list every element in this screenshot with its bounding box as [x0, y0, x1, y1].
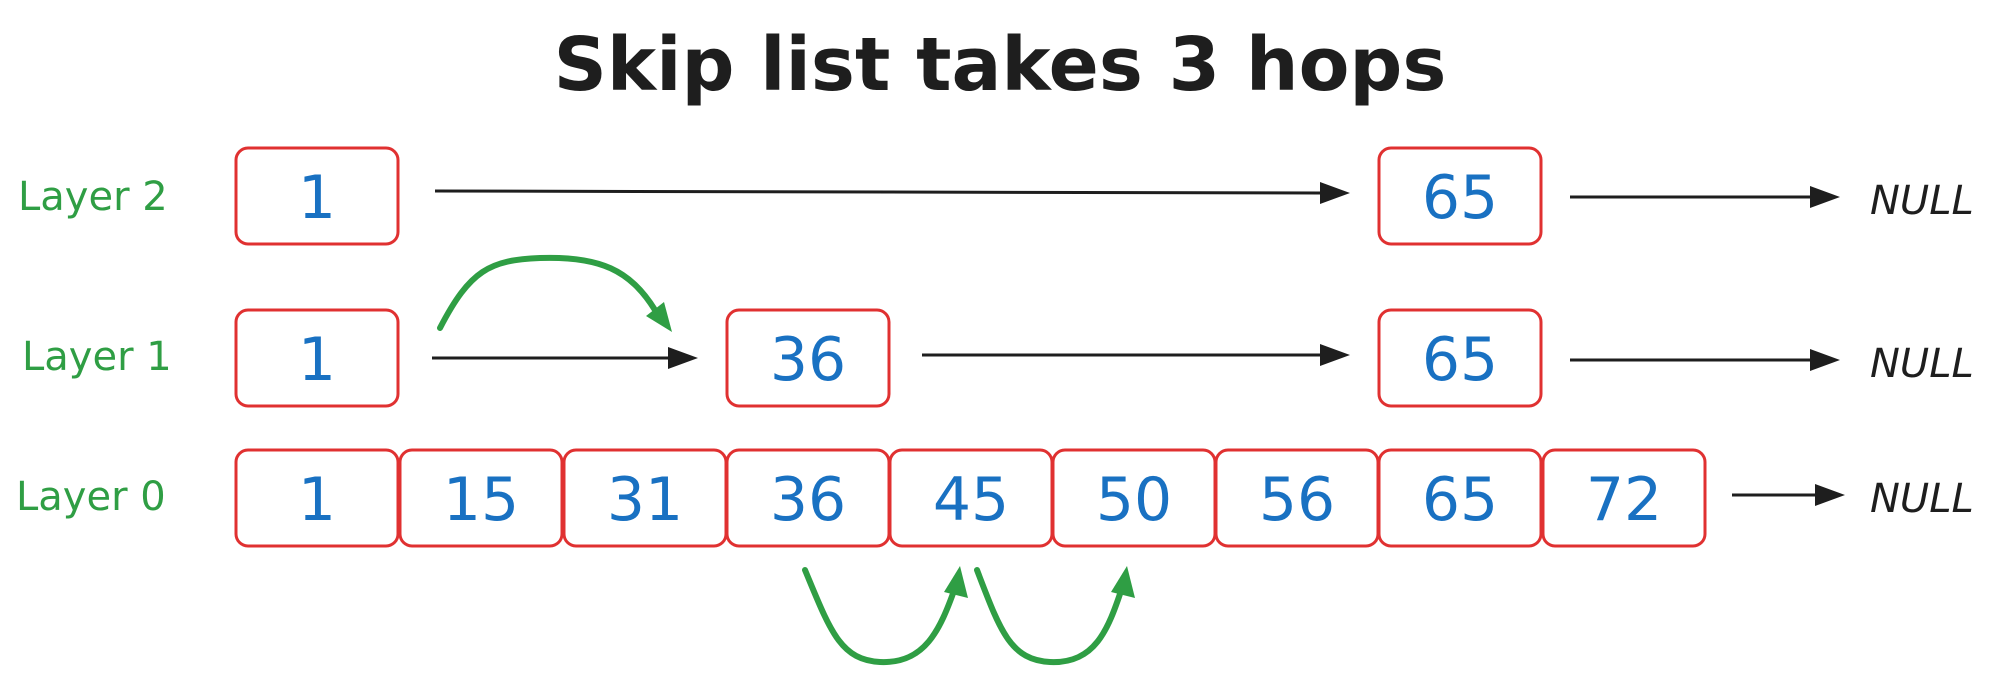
node-value: 36	[770, 325, 846, 395]
skip-list-diagram: Skip list takes 3 hops Layer 2 Layer 1 L…	[16, 22, 1974, 666]
layer-2-node: 1	[234, 146, 400, 246]
node-value: 1	[298, 465, 336, 535]
layer-1-node: 1	[234, 308, 400, 408]
hop-arrow-1-to-36	[437, 254, 672, 332]
page-title: Skip list takes 3 hops	[554, 22, 1447, 108]
node-value: 72	[1586, 465, 1662, 535]
node-value: 56	[1259, 465, 1335, 535]
pointer-arrow-l1-36-to-65	[922, 344, 1350, 366]
layer-0-node: 1	[234, 448, 400, 548]
layer-1-node: 36	[725, 308, 891, 408]
node-value: 1	[298, 163, 336, 233]
layer-0-node: 15	[398, 448, 564, 548]
node-value: 15	[443, 465, 519, 535]
node-value: 65	[1422, 465, 1498, 535]
hop-arrow-36-to-45	[802, 566, 968, 666]
layer-1-node: 65	[1377, 308, 1543, 408]
node-value: 65	[1422, 163, 1498, 233]
pointer-arrow-l0-72-to-null	[1732, 484, 1845, 506]
layer-0-node: 72	[1541, 448, 1707, 548]
hop-arrow-45-to-50	[974, 566, 1135, 666]
pointer-arrow-l2-65-to-null	[1570, 186, 1840, 208]
pointer-arrow-l2-1-to-65	[434, 182, 1350, 204]
layer-0-node: 31	[562, 448, 728, 548]
pointer-arrow-l1-1-to-36	[432, 347, 698, 369]
node-value: 65	[1422, 325, 1498, 395]
null-label-layer-1: NULL	[1870, 341, 1974, 387]
layer-label-0: Layer 0	[16, 474, 166, 520]
layer-label-1: Layer 1	[22, 334, 172, 380]
node-value: 50	[1096, 465, 1172, 535]
null-label-layer-0: NULL	[1870, 476, 1974, 522]
node-value: 1	[298, 325, 336, 395]
layer-2-node: 65	[1377, 146, 1543, 246]
layer-0-node: 45	[888, 448, 1054, 548]
null-label-layer-2: NULL	[1870, 178, 1974, 224]
pointer-arrow-l1-65-to-null	[1570, 349, 1840, 371]
node-value: 36	[770, 465, 846, 535]
layer-label-2: Layer 2	[18, 174, 168, 220]
layer-0-node: 36	[725, 448, 891, 548]
layer-0-node: 56	[1214, 448, 1380, 548]
layer-0-node: 50	[1051, 448, 1217, 548]
node-value: 31	[607, 465, 683, 535]
node-value: 45	[933, 465, 1009, 535]
layer-0-node: 65	[1377, 448, 1543, 548]
